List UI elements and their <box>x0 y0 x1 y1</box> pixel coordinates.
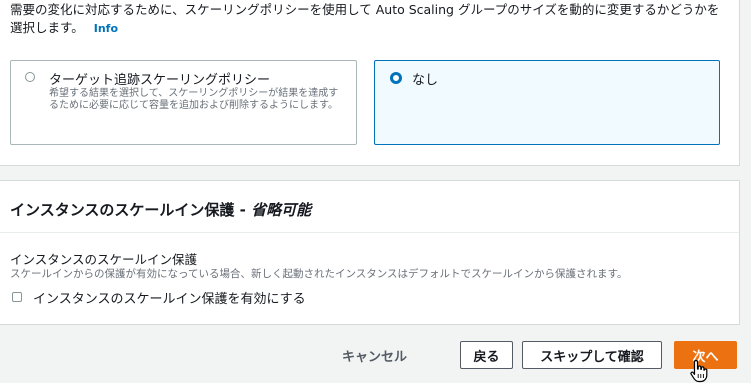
section-title-text: インスタンスのスケールイン保護 - <box>10 201 252 219</box>
section-title-optional: 省略可能 <box>251 201 312 219</box>
field-description: スケールインからの保護が有効になっている場合、新しく起動されたインスタンスはデフ… <box>10 268 628 280</box>
scale-in-protection-checkbox[interactable] <box>12 292 22 302</box>
back-button[interactable]: 戻る <box>460 341 513 369</box>
target-tracking-option-card[interactable]: ターゲット追跡スケーリングポリシー 希望する結果を選択して、スケーリングポリシー… <box>10 60 357 145</box>
hand-pointer-icon <box>690 359 708 383</box>
target-tracking-description: 希望する結果を選択して、スケーリングポリシーが結果を達成するために必要に応じて容… <box>49 88 339 111</box>
checkbox-label[interactable]: インスタンスのスケールイン保護を有効にする <box>33 288 306 307</box>
skip-to-review-button[interactable]: スキップして確認 <box>522 341 662 369</box>
none-option-title: なし <box>412 73 439 88</box>
section-header: インスタンスのスケールイン保護 - 省略可能 <box>0 181 739 233</box>
section-title: インスタンスのスケールイン保護 - 省略可能 <box>10 199 311 220</box>
cancel-button[interactable]: キャンセル <box>342 346 407 365</box>
info-link[interactable]: Info <box>94 22 118 35</box>
none-radio-selected[interactable] <box>390 72 402 84</box>
none-option-card[interactable]: なし <box>374 60 720 145</box>
scaling-policy-description: 需要の変化に対応するために、スケーリングポリシーを使用して Auto Scali… <box>10 1 730 38</box>
target-tracking-title: ターゲット追跡スケーリングポリシー <box>49 73 271 88</box>
scaling-policy-panel: 需要の変化に対応するために、スケーリングポリシーを使用して Auto Scali… <box>0 0 740 166</box>
scale-in-protection-panel: インスタンスのスケールイン保護 - 省略可能 インスタンスのスケールイン保護 ス… <box>0 180 740 325</box>
target-tracking-radio[interactable] <box>25 72 35 82</box>
